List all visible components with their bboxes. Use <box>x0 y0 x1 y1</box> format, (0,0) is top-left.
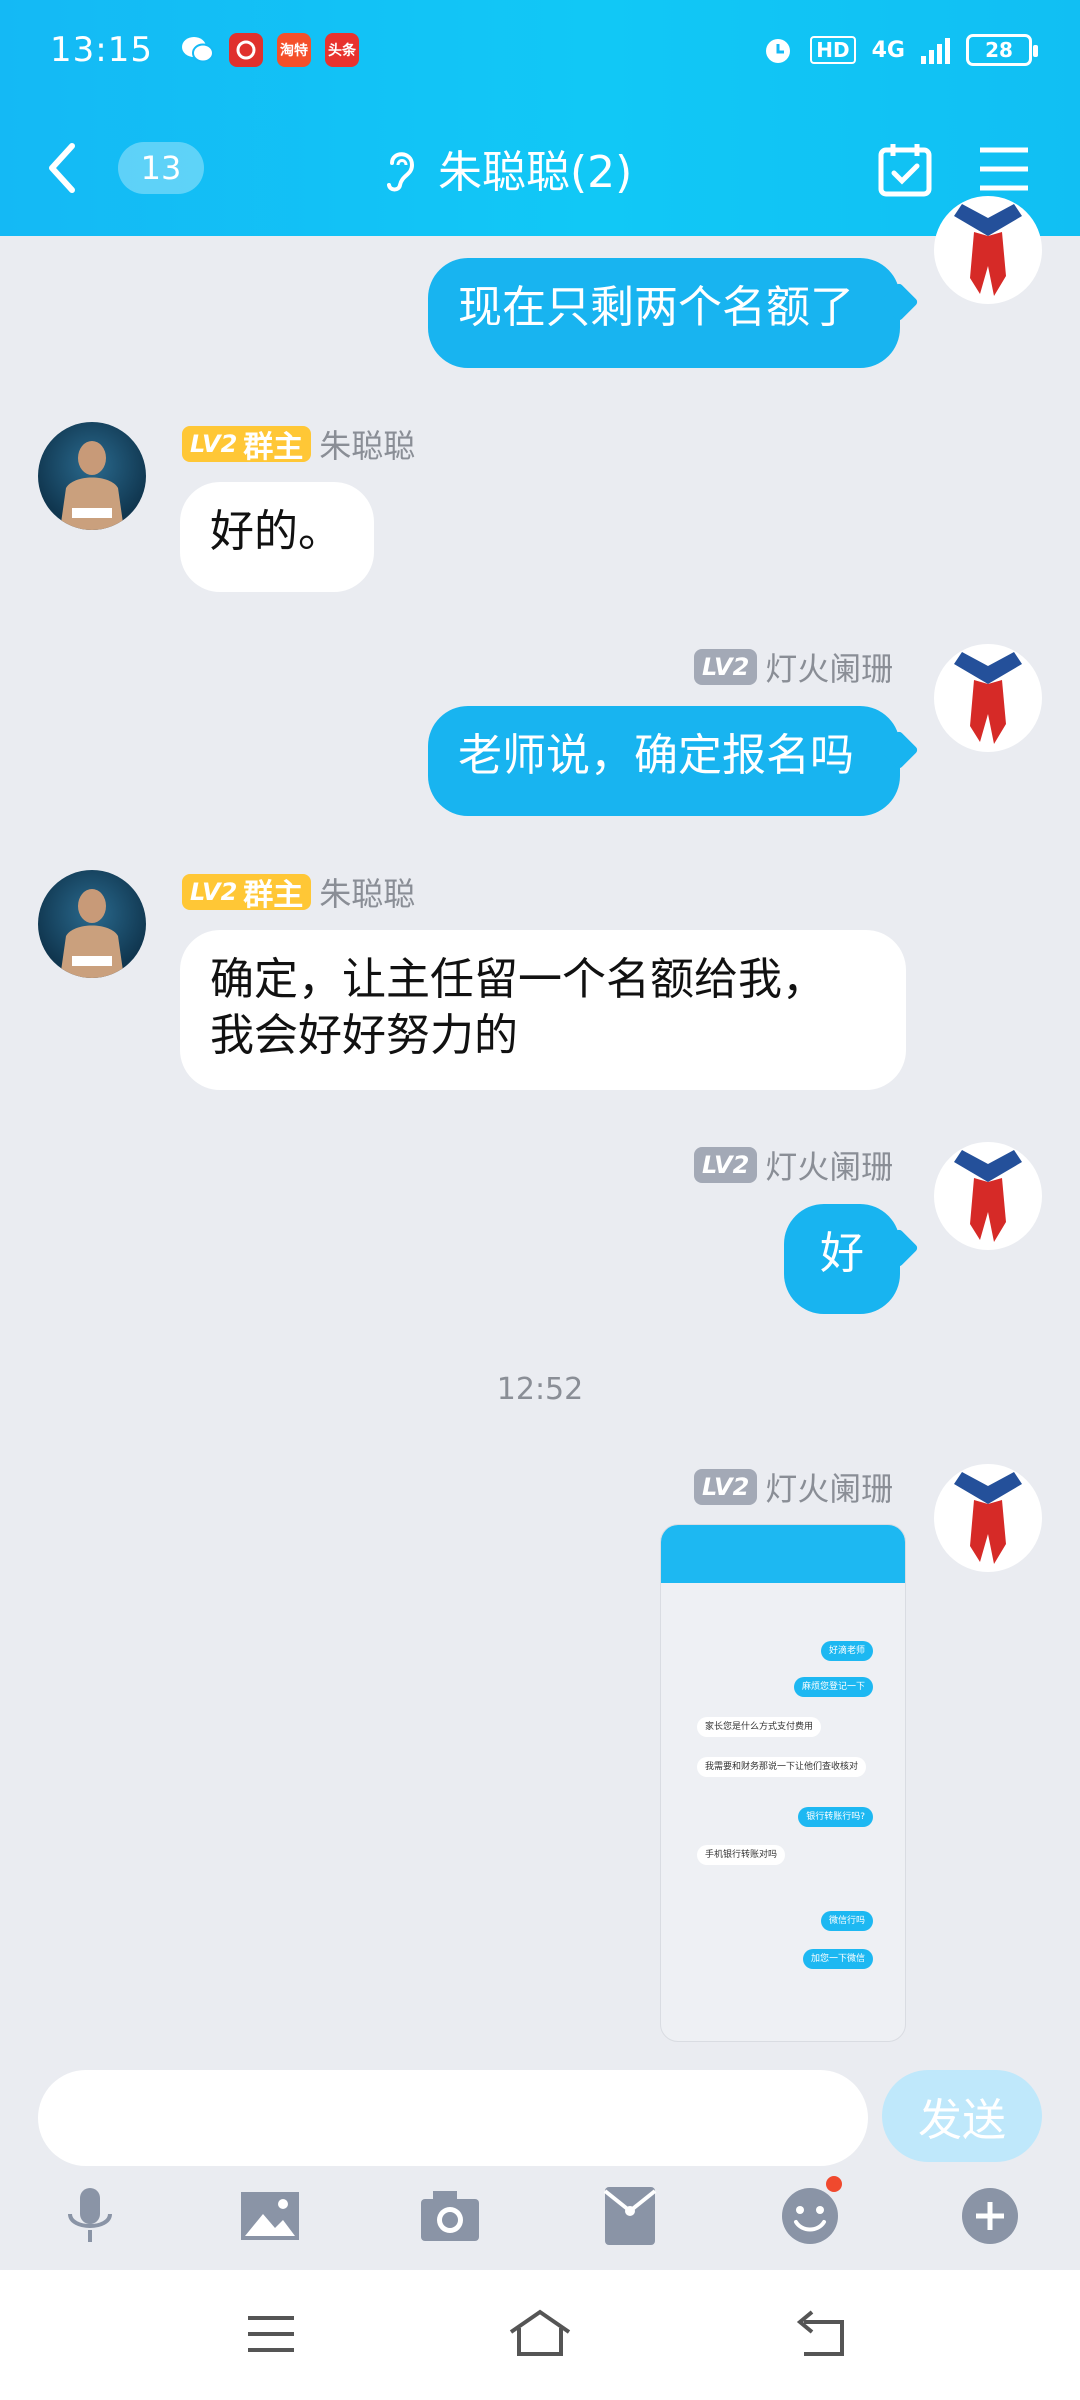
chat-list[interactable]: 现在只剩两个名额了 LV2 群主 朱聪聪 好的。 LV2 灯火阑珊 老师说，确定报… <box>0 196 1080 2244</box>
message-timestamp: 12:52 <box>496 1372 584 1407</box>
plus-icon[interactable] <box>950 2176 1030 2256</box>
level-badge: LV2 群主 <box>182 426 312 465</box>
thumb-message: 我需要和财务那说一下让他们查收核对 <box>697 1757 867 1777</box>
wechat-icon <box>181 33 215 67</box>
thumb-message: 麻烦您登记一下 <box>793 1677 873 1697</box>
status-bar: 13:15 淘特 头条 HD 4G 28 <box>50 24 1038 76</box>
new-dot-badge <box>826 2176 842 2192</box>
sender-name[interactable]: 朱聪聪 <box>319 869 415 915</box>
thumb-message: 好滴老师 <box>820 1641 873 1661</box>
level-badge: LV2 <box>694 1147 758 1183</box>
taobao-icon: 淘特 <box>276 33 311 67</box>
message-bubble-outgoing[interactable]: 现在只剩两个名额了 <box>428 258 900 368</box>
message-input[interactable] <box>38 2070 868 2166</box>
my-avatar[interactable] <box>934 1142 1042 1250</box>
sender-name[interactable]: 灯火阑珊 <box>765 1142 893 1188</box>
thumb-message: 微信行吗 <box>820 1911 873 1931</box>
microphone-icon[interactable] <box>50 2176 130 2256</box>
send-button[interactable]: 发送 <box>882 2070 1042 2162</box>
sender-info: LV2 灯火阑珊 <box>694 1464 893 1510</box>
my-avatar[interactable] <box>934 1464 1042 1572</box>
nav-bar: 13 朱聪聪(2) <box>0 120 1080 216</box>
sender-name[interactable]: 灯火阑珊 <box>765 1464 893 1510</box>
level-badge: LV2 <box>694 649 758 685</box>
pinduoduo-icon <box>228 33 263 67</box>
earpiece-mode-icon <box>387 152 415 192</box>
chat-title-text: 朱聪聪(2) <box>438 147 633 198</box>
thumb-message: 银行转账行吗? <box>798 1807 873 1827</box>
thumb-message: 加您一下微信 <box>802 1949 873 1969</box>
back-arrow-icon[interactable] <box>40 138 84 198</box>
sender-info: LV2 群主 朱聪聪 <box>182 869 415 915</box>
sender-info: LV2 群主 朱聪聪 <box>182 421 415 467</box>
sender-avatar[interactable] <box>38 870 146 978</box>
my-avatar[interactable] <box>934 196 1042 304</box>
message-bubble-outgoing[interactable]: 好 <box>784 1204 900 1314</box>
hd-badge: HD <box>810 36 856 64</box>
image-icon[interactable] <box>230 2176 310 2256</box>
home-icon[interactable] <box>505 2304 575 2364</box>
unread-count-badge[interactable]: 13 <box>118 142 204 194</box>
battery-icon: 28 <box>966 34 1038 66</box>
recent-apps-icon[interactable] <box>236 2304 306 2364</box>
header-bar: 13:15 淘特 头条 HD 4G 28 13 朱聪聪(2) <box>0 0 1080 236</box>
chat-title[interactable]: 朱聪聪(2) <box>380 136 632 200</box>
red-packet-icon[interactable] <box>590 2176 670 2256</box>
message-bubble-outgoing[interactable]: 老师说，确定报名吗 <box>428 706 900 816</box>
notification-icons: 淘特 头条 <box>181 33 359 67</box>
toutiao-icon: 头条 <box>324 33 359 67</box>
emoji-icon[interactable] <box>770 2176 850 2256</box>
sender-info: LV2 灯火阑珊 <box>694 1142 893 1188</box>
screenshot-image-message[interactable]: 好滴老师 麻烦您登记一下 家长您是什么方式支付费用 我需要和财务那说一下让他们查… <box>660 1524 906 2042</box>
thumb-message: 家长您是什么方式支付费用 <box>697 1717 822 1737</box>
signal-icon <box>921 36 950 64</box>
calendar-check-icon[interactable] <box>876 140 934 198</box>
message-bubble-incoming[interactable]: 好的。 <box>180 482 374 592</box>
status-time: 13:15 <box>50 30 153 70</box>
network-type: 4G <box>871 37 905 63</box>
level-badge: LV2 <box>694 1469 758 1505</box>
sender-name[interactable]: 朱聪聪 <box>319 421 415 467</box>
sender-name[interactable]: 灯火阑珊 <box>765 644 893 690</box>
sender-avatar[interactable] <box>38 422 146 530</box>
input-area: 发送 <box>0 2056 1080 2270</box>
level-badge: LV2 群主 <box>182 874 312 913</box>
sender-info: LV2 灯火阑珊 <box>694 644 893 690</box>
my-avatar[interactable] <box>934 644 1042 752</box>
alarm-icon <box>766 39 791 63</box>
message-bubble-incoming[interactable]: 确定，让主任留一个名额给我， 我会好好努力的 <box>180 930 906 1090</box>
back-icon[interactable] <box>790 2304 860 2364</box>
thumb-header <box>661 1525 905 1583</box>
status-right-icons: HD 4G 28 <box>762 34 1038 66</box>
system-nav-bar <box>0 2270 1080 2400</box>
menu-icon[interactable] <box>976 144 1032 194</box>
camera-icon[interactable] <box>410 2176 490 2256</box>
thumb-message: 手机银行转账对吗 <box>697 1845 786 1865</box>
input-toolbar <box>0 2176 1080 2256</box>
